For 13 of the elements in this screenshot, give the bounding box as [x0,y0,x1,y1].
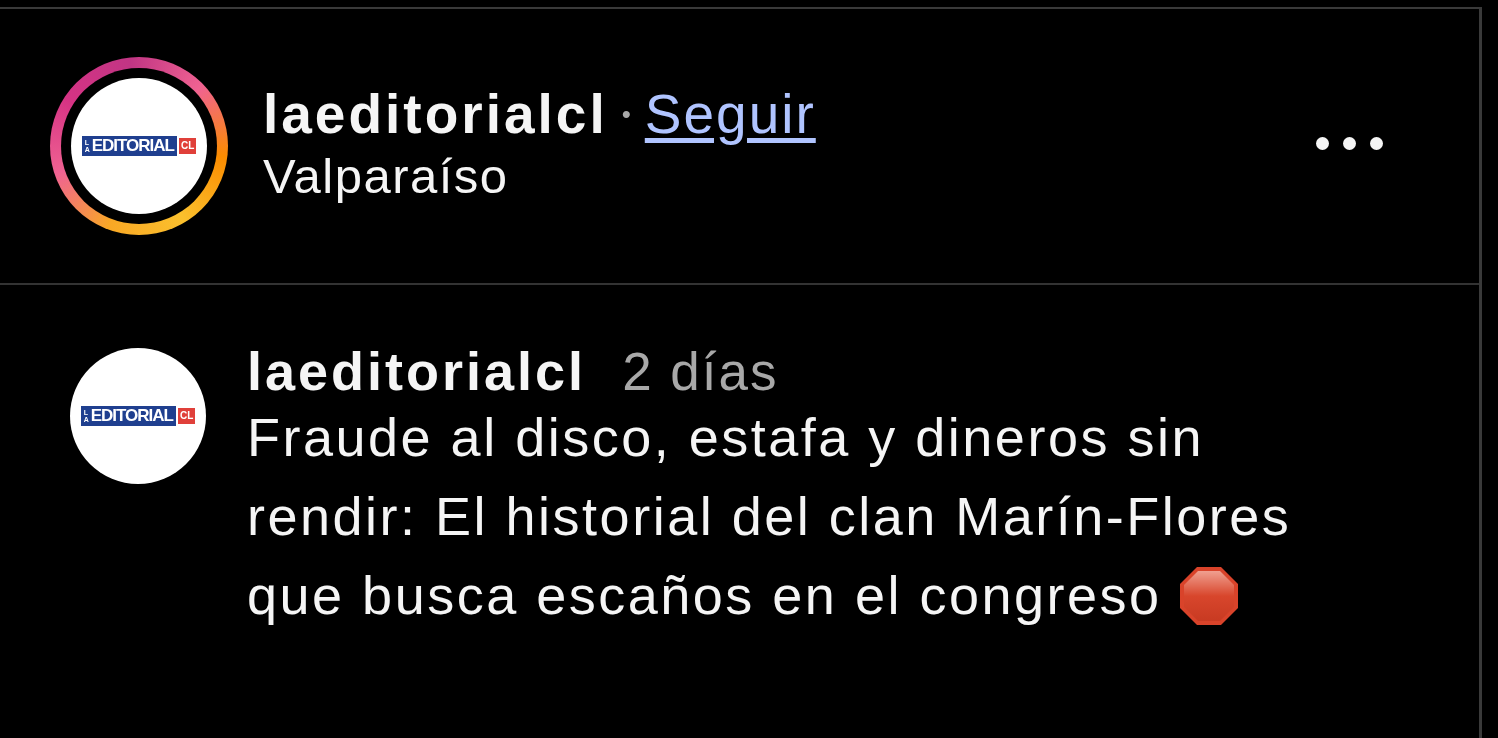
logo-badge: CL [179,138,197,154]
logo-name: EDITORIAL [91,136,174,156]
logo-badge: CL [178,408,196,424]
username[interactable]: laeditorialcl [263,82,608,146]
stop-sign-icon [1179,566,1240,626]
comment-text: Fraude al disco, estafa y dineros sin rendir: El historial del clan Marín-Flores que busca escaños en el congreso [247,406,1293,628]
follow-link[interactable]: Seguir [644,82,816,146]
timestamp: 2 días [622,341,779,402]
more-options-icon[interactable] [1316,136,1383,150]
logo-name: EDITORIAL [90,406,173,426]
username[interactable]: laeditorialcl [247,340,587,402]
location[interactable]: Valparaíso [263,148,816,204]
separator-dot: • [621,98,631,130]
